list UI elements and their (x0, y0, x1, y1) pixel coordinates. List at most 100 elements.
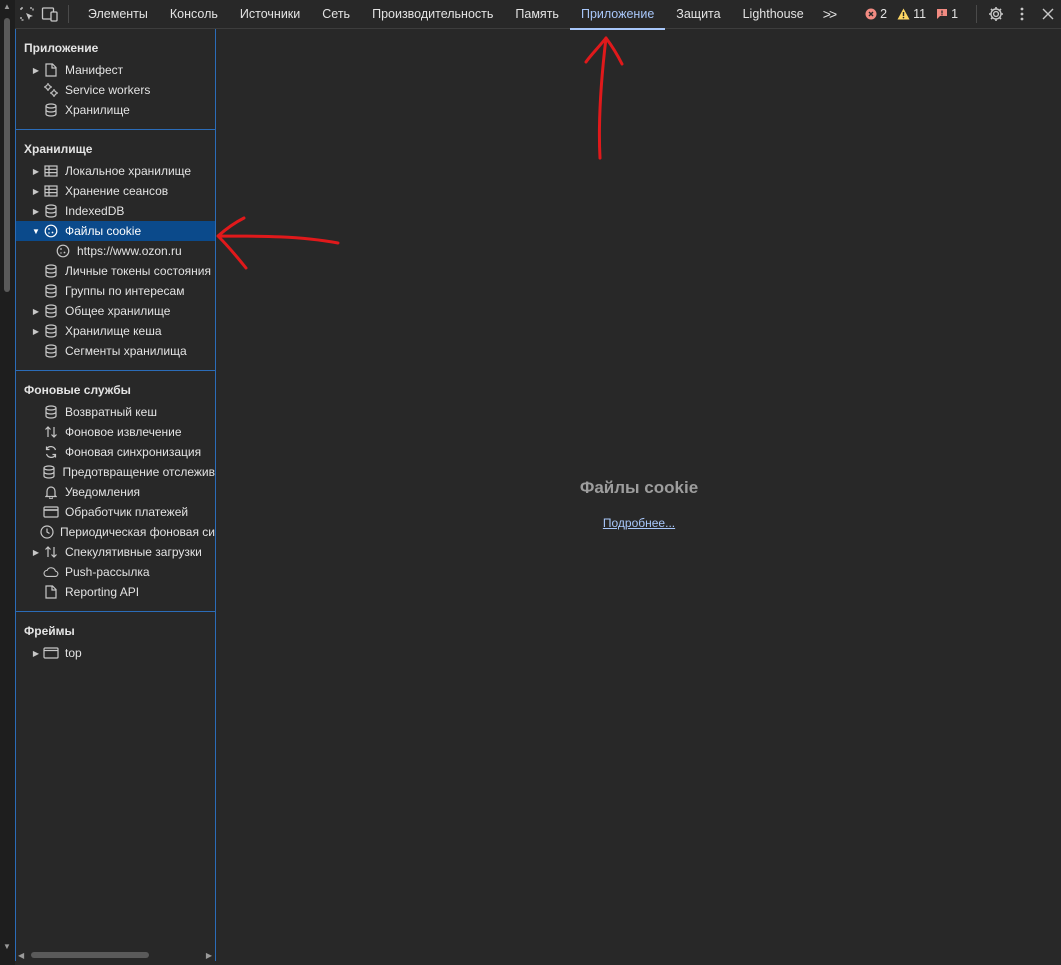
sidebar-item-label: top (65, 646, 82, 660)
sidebar-item-service-workers[interactable]: Service workers (16, 80, 215, 100)
sidebar-item-speculative-loads[interactable]: ▶ Спекулятивные загрузки (16, 542, 215, 562)
sidebar-item-manifest[interactable]: ▶ Манифест (16, 60, 215, 80)
expand-arrow-icon[interactable]: ▶ (31, 66, 41, 75)
more-tabs-button[interactable]: >> (815, 6, 843, 22)
sidebar-item-label: Обработчик платежей (65, 505, 189, 519)
sidebar-item-label: Файлы cookie (65, 224, 142, 238)
scroll-up-icon[interactable]: ▲ (3, 2, 11, 11)
tab-performance[interactable]: Производительность (361, 0, 504, 29)
credit-card-icon (43, 504, 59, 520)
sidebar-item-storage-buckets[interactable]: Сегменты хранилища (16, 341, 215, 361)
sidebar-item-notifications[interactable]: Уведомления (16, 482, 215, 502)
scrollbar-thumb[interactable] (4, 18, 10, 292)
expand-arrow-icon[interactable]: ▶ (31, 649, 41, 658)
sidebar-item-periodic-sync[interactable]: Периодическая фоновая си (16, 522, 215, 542)
clock-icon (40, 524, 54, 540)
section-title-storage: Хранилище (24, 142, 93, 156)
sidebar-item-private-state-tokens[interactable]: Личные токены состояния (16, 261, 215, 281)
sidebar-item-label: Предотвращение отслежив (62, 465, 215, 479)
expand-arrow-icon[interactable]: ▶ (31, 167, 41, 176)
sidebar-item-label: Спекулятивные загрузки (65, 545, 202, 559)
tab-memory[interactable]: Память (504, 0, 570, 29)
tab-sources[interactable]: Источники (229, 0, 311, 29)
sidebar-item-cache-storage[interactable]: ▶ Хранилище кеша (16, 321, 215, 341)
gear-icon[interactable] (983, 0, 1009, 29)
warnings-counter[interactable]: 11 (897, 7, 926, 21)
sidebar-item-cookie-origin[interactable]: https://www.ozon.ru (16, 241, 215, 261)
issues-count: 1 (951, 7, 959, 21)
sidebar-item-payment-handler[interactable]: Обработчик платежей (16, 502, 215, 522)
sidebar-item-storage[interactable]: Хранилище (16, 100, 215, 120)
expand-arrow-icon[interactable]: ▶ (31, 548, 41, 557)
sidebar-item-shared-storage[interactable]: ▶ Общее хранилище (16, 301, 215, 321)
sidebar-item-bounce-tracking[interactable]: Предотвращение отслежив (16, 462, 215, 482)
sidebar-item-indexeddb[interactable]: ▶ IndexedDB (16, 201, 215, 221)
tab-security[interactable]: Защита (665, 0, 731, 29)
more-options-icon[interactable] (1009, 0, 1035, 29)
toolbar-divider (976, 5, 978, 23)
database-icon (43, 203, 59, 219)
tab-console[interactable]: Консоль (159, 0, 229, 29)
expand-arrow-icon[interactable]: ▶ (31, 187, 41, 196)
database-icon (43, 102, 59, 118)
up-down-arrows-icon (43, 424, 59, 440)
bell-icon (43, 484, 59, 500)
tab-elements[interactable]: Элементы (77, 0, 159, 29)
scrollbar-thumb[interactable] (31, 952, 149, 958)
section-title-application: Приложение (24, 41, 99, 55)
close-icon[interactable] (1035, 0, 1061, 29)
database-icon (43, 404, 59, 420)
expand-arrow-icon[interactable]: ▶ (31, 327, 41, 336)
sidebar-item-label: Личные токены состояния (65, 264, 211, 278)
sidebar-item-background-sync[interactable]: Фоновая синхронизация (16, 442, 215, 462)
sidebar-item-label: Возвратный кеш (65, 405, 157, 419)
document-icon (43, 62, 59, 78)
sidebar-item-interest-groups[interactable]: Группы по интересам (16, 281, 215, 301)
warnings-count: 11 (913, 7, 927, 21)
issues-counter[interactable]: 1 (936, 7, 958, 21)
section-title-background-services: Фоновые службы (24, 383, 131, 397)
learn-more-link[interactable]: Подробнее... (217, 516, 1061, 530)
scroll-right-icon[interactable]: ▶ (206, 951, 212, 960)
sidebar-item-label: Push-рассылка (65, 565, 150, 579)
scroll-left-icon[interactable]: ◀ (18, 951, 24, 960)
sidebar-item-label: Хранение сеансов (65, 184, 169, 198)
tab-application[interactable]: Приложение (569, 0, 666, 30)
sidebar-item-local-storage[interactable]: ▶ Локальное хранилище (16, 161, 215, 181)
sidebar-item-push-messaging[interactable]: Push-рассылка (16, 562, 215, 582)
sidebar-item-session-storage[interactable]: ▶ Хранение сеансов (16, 181, 215, 201)
sidebar-horizontal-scrollbar[interactable]: ◀ ▶ (15, 949, 216, 961)
application-sidebar: Приложение ▶ Манифест Service workers Хр… (15, 29, 216, 961)
expand-arrow-icon[interactable]: ▶ (31, 307, 41, 316)
sidebar-item-cookies[interactable]: ▼ Файлы cookie (16, 221, 215, 241)
cookie-icon (55, 243, 71, 259)
inspect-element-icon[interactable] (15, 0, 39, 29)
database-icon (43, 343, 59, 359)
sidebar-item-reporting-api[interactable]: Reporting API (16, 582, 215, 602)
sidebar-item-label: Хранилище кеша (65, 324, 162, 338)
page-scrollbar[interactable]: ▲ ▼ (0, 0, 15, 965)
device-toolbar-icon[interactable] (39, 0, 63, 29)
sidebar-item-label: Service workers (65, 83, 151, 97)
frames-section: Фреймы ▶ top (16, 612, 215, 672)
sidebar-item-back-forward-cache[interactable]: Возвратный кеш (16, 402, 215, 422)
expand-arrow-icon[interactable]: ▶ (31, 207, 41, 216)
application-section: Приложение ▶ Манифест Service workers Хр… (16, 29, 215, 130)
database-icon (43, 263, 59, 279)
sidebar-item-label: Манифест (65, 63, 124, 77)
tab-lighthouse[interactable]: Lighthouse (732, 0, 815, 29)
sidebar-item-background-fetch[interactable]: Фоновое извлечение (16, 422, 215, 442)
scroll-down-icon[interactable]: ▼ (3, 942, 11, 951)
errors-count: 2 (880, 7, 888, 21)
empty-state-title: Файлы cookie (579, 478, 699, 497)
issue-icon (936, 8, 948, 20)
collapse-arrow-icon[interactable]: ▼ (31, 227, 41, 236)
tab-network[interactable]: Сеть (311, 0, 361, 29)
database-icon (43, 283, 59, 299)
toolbar-divider (68, 5, 69, 23)
storage-section: Хранилище ▶ Локальное хранилище ▶ Хранен… (16, 130, 215, 371)
sidebar-item-frame-top[interactable]: ▶ top (16, 643, 215, 663)
sidebar-item-label: https://www.ozon.ru (77, 244, 182, 258)
errors-counter[interactable]: 2 (865, 7, 887, 21)
error-icon (865, 8, 877, 20)
